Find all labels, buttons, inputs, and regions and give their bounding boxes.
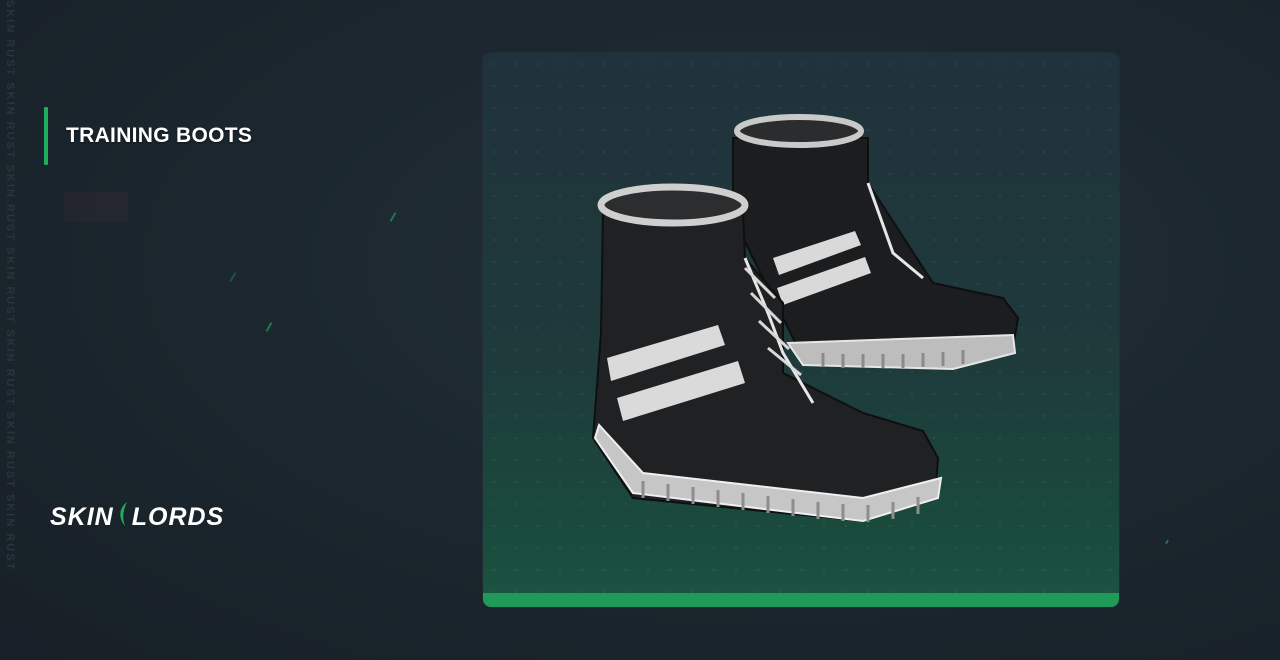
faded-badge [64,192,128,222]
card-bottom-bar [483,593,1119,607]
spark-decoration [389,212,397,222]
item-preview-card [483,53,1119,607]
spark-decoration [265,322,273,332]
logo-text-left: SKIN [50,503,114,531]
brand-logo: SKIN LORDS [50,500,224,535]
leaf-mark-icon [116,500,130,535]
item-title: TRAINING BOOTS [66,124,253,147]
boots-image [591,114,1020,523]
logo-text-right: LORDS [131,503,225,531]
spark-decoration [229,272,237,282]
side-watermark-text: SKIN RUST SKIN RUST SKIN RUST SKIN RUST … [4,0,16,572]
item-title-block: TRAINING BOOTS [44,107,252,165]
spark-decoration [1165,539,1169,545]
title-accent-bar [44,107,48,165]
